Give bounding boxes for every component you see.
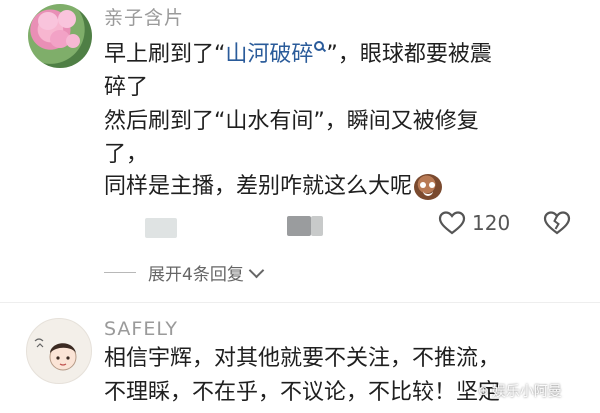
- cartoon-face-icon: [34, 338, 77, 371]
- expand-replies-button[interactable]: 展开4条回复: [104, 260, 265, 285]
- comment-text: 同样是主播，差别咋就这么大呢: [104, 172, 443, 202]
- watermark: ⊕ 娱乐小阿曼: [478, 381, 562, 401]
- avatar[interactable]: [28, 4, 92, 68]
- blurred-meta: [311, 216, 323, 236]
- watermark-logo-icon: ⊕: [478, 383, 489, 399]
- blurred-meta: [145, 218, 177, 238]
- heart-icon[interactable]: [438, 210, 466, 236]
- comment-text-segment: ”，眼球都要被震: [326, 42, 492, 67]
- comment-text-segment: 早上刷到了“: [104, 42, 226, 67]
- blurred-meta: [287, 216, 311, 236]
- search-link[interactable]: 山河破碎: [225, 41, 326, 67]
- laughing-face-emoji-icon: [414, 174, 443, 200]
- comment-divider: [0, 302, 600, 303]
- comment-username[interactable]: SAFELY: [104, 318, 178, 340]
- avatar[interactable]: [26, 318, 92, 384]
- comment-text: 不理睬，不在乎，不议论，不比较！坚定: [104, 380, 501, 405]
- expand-replies-label[interactable]: 展开4条回复: [148, 260, 244, 285]
- like-count: 120: [472, 211, 511, 235]
- like-button[interactable]: 120: [438, 210, 510, 236]
- comment-text: 早上刷到了“山河破碎 ”，眼球都要被震: [104, 40, 492, 70]
- comment-text: 然后刷到了“山水有间”，瞬间又被修复: [104, 109, 479, 134]
- comment-text: 了，: [104, 142, 149, 167]
- comment-text: 相信宇辉，对其他就要不关注，不推流，: [104, 346, 501, 371]
- broken-heart-icon[interactable]: [543, 210, 571, 236]
- watermark-text: 娱乐小阿曼: [491, 384, 562, 400]
- chevron-down-icon[interactable]: [248, 262, 265, 278]
- comment-text: 碎了: [104, 75, 149, 100]
- comment-username[interactable]: 亲子含片: [104, 3, 184, 30]
- comment-text-segment: 同样是主播，差别咋就这么大呢: [104, 174, 413, 199]
- search-link-label[interactable]: 山河破碎: [225, 42, 313, 67]
- divider-line: [104, 272, 136, 273]
- search-icon[interactable]: [314, 41, 326, 53]
